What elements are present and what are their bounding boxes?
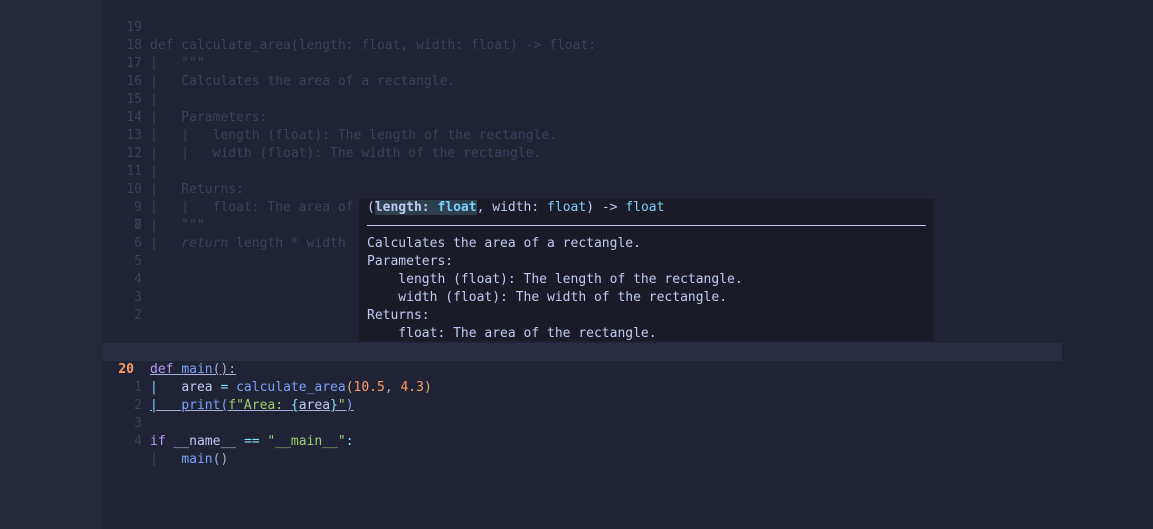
colon: : — [345, 434, 354, 449]
divider — [367, 225, 926, 226]
code-line[interactable]: 19 def calculate_area(length: float, wid… — [102, 1, 1062, 53]
code-line[interactable]: 1 | print(f"Area: {area}") — [102, 361, 1062, 413]
doc-line: Parameters: — [367, 254, 454, 269]
code-line[interactable]: 18 | """ — [102, 19, 1062, 71]
line-number: 2 — [134, 308, 142, 323]
string-literal: "__main__" — [267, 434, 346, 449]
return-type: float — [625, 200, 665, 215]
line-number: 6 — [134, 236, 142, 251]
sig-open-paren: ( — [367, 200, 375, 215]
active-parameter: length: float — [374, 200, 477, 215]
code-line[interactable]: 2 — [102, 379, 1062, 413]
call-parens: () — [212, 452, 229, 467]
signature-help-popup: (length: float, width: float) -> float C… — [359, 199, 934, 341]
doc-line: width (float): The width of the rectangl… — [367, 290, 728, 305]
code-line[interactable]: 10 | | float: The area of the rectangle. — [102, 163, 1062, 215]
param-name: length: — [374, 200, 430, 215]
code-line[interactable]: 15 | Parameters: — [102, 73, 1062, 125]
code-line[interactable]: 13 | | width (float): The width of the r… — [102, 109, 1062, 161]
line-number: 4 — [134, 272, 142, 287]
param-name: width: — [492, 200, 540, 215]
indent-guide: | — [150, 452, 158, 467]
doc-line: Returns: — [367, 308, 430, 323]
current-line[interactable]: 20 | area = calculate_area(10.5, 4.3) — [102, 343, 1062, 395]
doc-line: length (float): The length of the rectan… — [367, 272, 743, 287]
line-number: 4 — [134, 434, 142, 449]
code-line[interactable]: 11 | Returns: — [102, 145, 1062, 197]
param-type: float — [547, 200, 587, 215]
operator: == — [243, 434, 260, 449]
code-line[interactable]: 12 | — [102, 127, 1062, 179]
code-line[interactable]: 16 | — [102, 55, 1062, 107]
code-line[interactable]: 17 | Calculates the area of a rectangle. — [102, 37, 1062, 89]
if-keyword: if — [150, 434, 166, 449]
line-number: 3 — [134, 290, 142, 305]
doc-line: Calculates the area of a rectangle. — [367, 236, 641, 251]
code-line[interactable]: 14 | | length (float): The length of the… — [102, 91, 1062, 143]
code-line[interactable]: 4 | main() — [102, 415, 1062, 467]
doc-line: float: The area of the rectangle. — [367, 326, 657, 341]
param-type: float — [437, 200, 477, 215]
signature-line: (length: float, width: float) -> float — [367, 199, 664, 217]
line-number: 5 — [134, 254, 142, 269]
return-arrow: ) -> — [586, 200, 626, 215]
line-number: 7 — [134, 218, 142, 233]
function-call: main — [181, 452, 213, 467]
code-line[interactable]: 3 if __name__ == "__main__": — [102, 397, 1062, 449]
separator: , — [476, 200, 493, 215]
code-line[interactable]: 9 | """ — [102, 181, 1062, 233]
dunder-name: __name__ — [173, 434, 237, 449]
